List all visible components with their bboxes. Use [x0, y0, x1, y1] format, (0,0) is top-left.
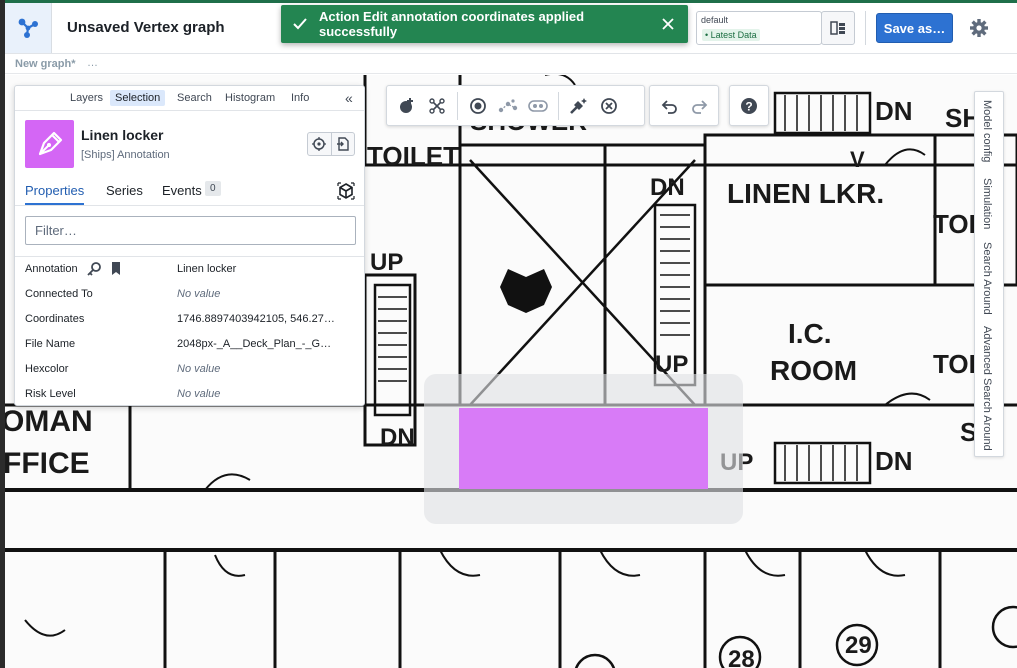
label-room: ROOM — [770, 355, 857, 386]
clear-icon[interactable] — [595, 92, 623, 120]
linen-locker-annotation[interactable] — [459, 408, 708, 489]
toolbar-divider — [457, 91, 458, 120]
object-type: [Ships] Annotation — [81, 149, 170, 161]
toolbar-divider — [558, 91, 559, 120]
graph-title[interactable]: Unsaved Vertex graph — [67, 19, 225, 36]
select-node-icon[interactable] — [464, 92, 492, 120]
annotation-object-icon — [25, 120, 74, 168]
redo-icon[interactable] — [685, 92, 712, 120]
tab-events[interactable]: Events — [162, 183, 202, 198]
label-toilet-right-2: TOI — [933, 349, 976, 379]
property-value: No value — [177, 363, 221, 375]
property-key: File Name — [25, 338, 76, 350]
check-icon — [281, 18, 319, 30]
cube-icon[interactable] — [337, 182, 355, 205]
open-object-icon[interactable] — [330, 133, 355, 155]
tab-series[interactable]: Series — [106, 183, 143, 198]
right-sidebar-tabs: Model config Simulation Search Around Ad… — [974, 91, 1004, 457]
panel-tabs: Layers Selection Search Histogram Info « — [15, 86, 364, 111]
help-icon[interactable]: ? — [735, 92, 763, 120]
tab-selection[interactable]: Selection — [110, 90, 166, 106]
tab-layers[interactable]: Layers — [65, 90, 108, 106]
label-ic: I.C. — [788, 318, 832, 349]
label-woman: OMAN — [5, 405, 93, 438]
property-value: No value — [177, 288, 221, 300]
property-row-annotation: Annotation Linen locker — [25, 260, 360, 280]
label-toilet-right-1: TOI — [933, 209, 976, 239]
label-toilet: TOILET — [367, 141, 459, 171]
breadcrumb-graph-name[interactable]: New graph* — [15, 58, 76, 70]
property-key: Coordinates — [25, 313, 85, 325]
tab-properties[interactable]: Properties — [25, 183, 85, 205]
breadcrumb-ellipsis[interactable]: … — [87, 57, 98, 69]
vertex-logo-icon[interactable] — [5, 3, 52, 53]
label-room-28: 28 — [728, 646, 755, 668]
properties-filter-input[interactable]: Filter… — [25, 216, 356, 245]
graph-toolbar-help: ? — [729, 85, 769, 126]
property-row-hexcolor: Hexcolor No value — [25, 360, 360, 380]
tab-search[interactable]: Search — [172, 90, 217, 106]
collapse-panel-icon[interactable]: « — [345, 90, 353, 106]
label-dn-2: DN — [875, 96, 913, 126]
properties-divider — [15, 256, 364, 257]
events-count-badge: 0 — [205, 181, 221, 196]
layout-panel-icon — [830, 21, 845, 35]
svg-text:?: ? — [745, 99, 752, 113]
property-key: Risk Level — [25, 388, 76, 400]
bookmark-icon — [111, 261, 121, 279]
property-row-connected-to: Connected To No value — [25, 285, 360, 305]
branch-selector[interactable]: default • Latest Data — [696, 11, 822, 45]
label-v: V — [850, 147, 865, 172]
label-office: FFICE — [5, 447, 90, 480]
tab-histogram[interactable]: Histogram — [220, 90, 280, 106]
select-path-icon[interactable] — [494, 92, 522, 120]
label-linen-locker: LINEN LKR. — [727, 178, 884, 209]
tab-advanced-search-around[interactable]: Advanced Search Around — [981, 326, 993, 451]
group-icon[interactable] — [524, 92, 552, 120]
property-value: 2048px-_A__Deck_Plan_-_G… — [177, 338, 332, 350]
label-dn-4: DN — [380, 424, 415, 451]
property-value: Linen locker — [177, 263, 237, 275]
label-dn-3: DN — [875, 446, 913, 476]
property-value: No value — [177, 388, 221, 400]
branch-panel-button[interactable] — [821, 11, 855, 45]
object-actions — [307, 132, 355, 156]
property-row-risk-level: Risk Level No value — [25, 385, 360, 405]
label-up-2: UP — [370, 249, 403, 276]
graph-toolbar-history — [649, 85, 719, 126]
tab-simulation[interactable]: Simulation — [981, 178, 993, 229]
object-subtabs: Properties Series Events 0 — [15, 178, 364, 206]
focus-object-icon[interactable] — [308, 133, 331, 155]
remove-icon[interactable] — [565, 92, 593, 120]
layout-graph-icon[interactable] — [423, 92, 451, 120]
tab-search-around[interactable]: Search Around — [981, 242, 993, 315]
property-row-coordinates: Coordinates 1746.8897403942105, 546.27… — [25, 310, 360, 330]
latest-data-badge: • Latest Data — [702, 29, 760, 41]
label-room-29: 29 — [845, 632, 872, 659]
tab-model-config[interactable]: Model config — [981, 100, 993, 162]
object-title: Linen locker — [81, 127, 164, 143]
toast-message: Action Edit annotation coordinates appli… — [319, 9, 585, 39]
tab-info[interactable]: Info — [286, 90, 314, 106]
key-icon — [86, 261, 102, 280]
selection-panel: Layers Selection Search Histogram Info «… — [14, 85, 365, 406]
breadcrumb: New graph* … — [5, 54, 1017, 74]
branch-name: default — [701, 15, 729, 25]
header-divider — [865, 11, 866, 45]
add-node-icon[interactable] — [393, 92, 421, 120]
property-key: Hexcolor — [25, 363, 69, 375]
undo-icon[interactable] — [656, 92, 683, 120]
property-row-file-name: File Name 2048px-_A__Deck_Plan_-_G… — [25, 335, 360, 355]
property-key: Annotation — [25, 263, 78, 275]
graph-toolbar-main — [386, 85, 645, 126]
success-toast: Action Edit annotation coordinates appli… — [281, 5, 688, 43]
save-as-button[interactable]: Save as… — [876, 13, 953, 43]
property-value: 1746.8897403942105, 546.27… — [177, 313, 335, 325]
gear-icon[interactable] — [968, 17, 990, 39]
property-key: Connected To — [25, 288, 93, 300]
close-icon[interactable] — [648, 18, 688, 30]
label-up-1: UP — [655, 351, 688, 378]
label-dn-1: DN — [650, 174, 685, 201]
